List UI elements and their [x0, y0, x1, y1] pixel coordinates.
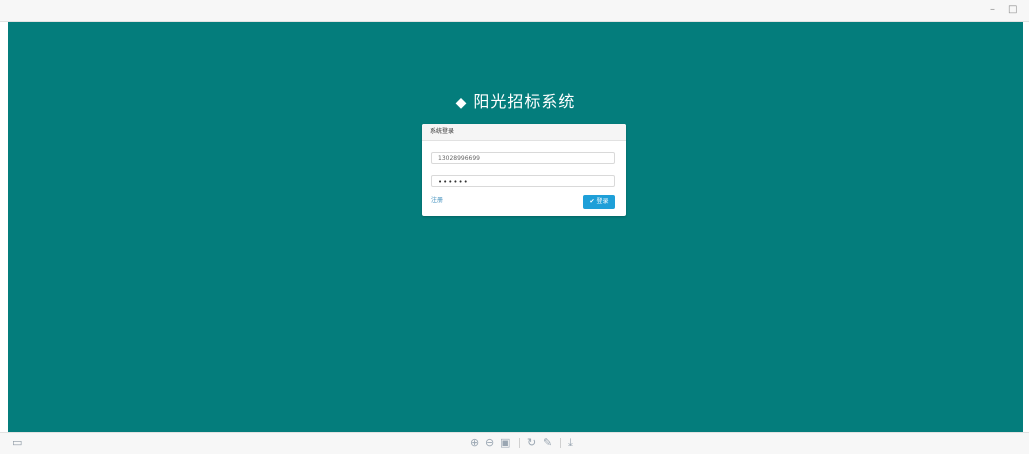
toolbar-divider [519, 438, 520, 448]
edit-icon[interactable]: ✎ [543, 436, 552, 450]
maximize-button[interactable]: □ [1008, 3, 1017, 17]
cube-icon: ◆ [455, 95, 468, 111]
screen-icon[interactable]: ▭ [12, 436, 22, 449]
toolbar-divider [560, 438, 561, 448]
download-icon[interactable]: ⤓ [568, 436, 573, 450]
image-viewer-canvas: ◆ 阳光招标系统 系统登录 13028996699 •••••• 注册 ✔ 登录 [8, 22, 1023, 432]
login-panel: 系统登录 13028996699 •••••• 注册 ✔ 登录 [422, 124, 626, 216]
zoom-out-icon[interactable]: ⊖ [485, 436, 494, 450]
viewer-toolbar: ▭ ⊕ ⊖ ▣ ↻ ✎ ⤓ [0, 432, 1029, 454]
check-icon: ✔ [589, 198, 595, 205]
login-button[interactable]: ✔ 登录 [583, 195, 615, 209]
app-title: ◆ 阳光招标系统 [8, 91, 1023, 114]
fit-icon[interactable]: ▣ [500, 436, 510, 450]
app-title-text: 阳光招标系统 [473, 92, 576, 111]
login-button-label: 登录 [596, 198, 609, 205]
rotate-icon[interactable]: ↻ [527, 436, 536, 450]
zoom-in-icon[interactable]: ⊕ [470, 436, 479, 450]
window-titlebar: – □ [0, 0, 1029, 22]
username-input[interactable]: 13028996699 [431, 152, 615, 164]
password-input[interactable]: •••••• [431, 175, 615, 187]
minimize-button[interactable]: – [990, 3, 995, 17]
register-link[interactable]: 注册 [431, 195, 443, 204]
login-panel-header: 系统登录 [422, 124, 626, 141]
